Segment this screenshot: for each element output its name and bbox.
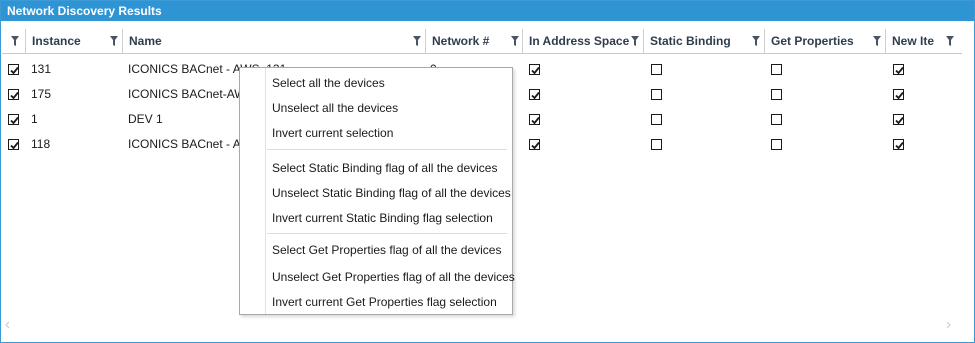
cell-name: ICONICS BACnet - AW (128, 137, 252, 151)
column-header-label: Static Binding (650, 34, 731, 48)
get-properties-checkbox[interactable] (771, 64, 782, 75)
menu-item-unselect-get-properties[interactable]: Unselect Get Properties flag of all the … (272, 266, 515, 288)
cell-instance: 131 (31, 62, 52, 76)
column-header-label: Name (129, 34, 162, 48)
checkmark-icon (895, 91, 904, 100)
menu-item-select-get-properties[interactable]: Select Get Properties flag of all the de… (272, 239, 501, 261)
filter-icon[interactable] (631, 36, 639, 46)
filter-icon[interactable] (946, 36, 954, 46)
chevron-left-icon[interactable] (4, 320, 10, 330)
checkmark-icon (895, 116, 904, 125)
get-properties-checkbox[interactable] (771, 139, 782, 150)
checkmark-icon (895, 66, 904, 75)
cell-name: DEV 1 (128, 112, 163, 126)
checkmark-icon (895, 141, 904, 150)
static-binding-checkbox[interactable] (651, 64, 662, 75)
new-item-checkbox[interactable] (893, 89, 904, 100)
chevron-right-icon[interactable] (946, 320, 952, 330)
vertical-scrollbar[interactable] (962, 29, 972, 319)
row-select-checkbox[interactable] (8, 64, 19, 75)
in-address-space-checkbox[interactable] (529, 64, 540, 75)
column-header-name[interactable]: Name (123, 29, 426, 53)
menu-gutter (265, 68, 266, 314)
column-header-label: New Ite (892, 34, 935, 48)
column-header-label: Instance (32, 34, 81, 48)
static-binding-checkbox[interactable] (651, 139, 662, 150)
menu-separator (267, 233, 507, 234)
in-address-space-checkbox[interactable] (529, 89, 540, 100)
column-header-label: In Address Space (529, 34, 630, 48)
menu-item-select-static-binding[interactable]: Select Static Binding flag of all the de… (272, 157, 497, 179)
cell-instance: 1 (31, 112, 38, 126)
menu-item-select-all-devices[interactable]: Select all the devices (272, 72, 385, 94)
new-item-checkbox[interactable] (893, 114, 904, 125)
filter-icon[interactable] (752, 36, 760, 46)
menu-item-invert-get-properties[interactable]: Invert current Get Properties flag selec… (272, 291, 497, 313)
checkmark-icon (531, 116, 540, 125)
new-item-checkbox[interactable] (893, 139, 904, 150)
panel-title: Network Discovery Results (1, 1, 974, 21)
filter-icon[interactable] (110, 36, 118, 46)
column-header-network[interactable]: Network # (426, 29, 523, 53)
filter-icon[interactable] (511, 36, 519, 46)
in-address-space-checkbox[interactable] (529, 139, 540, 150)
column-header-label: Network # (432, 34, 490, 48)
filter-icon[interactable] (11, 36, 19, 46)
checkmark-icon (10, 116, 19, 125)
checkmark-icon (10, 91, 19, 100)
filter-icon[interactable] (413, 36, 421, 46)
checkmark-icon (531, 66, 540, 75)
menu-item-invert-selection[interactable]: Invert current selection (272, 122, 393, 144)
static-binding-checkbox[interactable] (651, 89, 662, 100)
new-item-checkbox[interactable] (893, 64, 904, 75)
grid-header: Instance Name Network # In Address Space… (2, 29, 962, 54)
get-properties-checkbox[interactable] (771, 114, 782, 125)
row-select-checkbox[interactable] (8, 114, 19, 125)
static-binding-checkbox[interactable] (651, 114, 662, 125)
row-select-checkbox[interactable] (8, 89, 19, 100)
cell-instance: 175 (31, 87, 52, 101)
menu-item-unselect-all-devices[interactable]: Unselect all the devices (272, 97, 398, 119)
column-selector[interactable] (2, 29, 26, 53)
checkmark-icon (10, 66, 19, 75)
filter-icon[interactable] (873, 36, 881, 46)
column-header-get-properties[interactable]: Get Properties (765, 29, 886, 53)
column-header-in-address-space[interactable]: In Address Space (523, 29, 644, 53)
cell-instance: 118 (31, 137, 51, 151)
menu-item-invert-static-binding[interactable]: Invert current Static Binding flag selec… (272, 207, 493, 229)
row-select-checkbox[interactable] (8, 139, 19, 150)
menu-separator (267, 149, 507, 150)
checkmark-icon (10, 141, 19, 150)
context-menu: Select all the devices Unselect all the … (239, 67, 515, 315)
checkmark-icon (531, 141, 540, 150)
menu-item-unselect-static-binding[interactable]: Unselect Static Binding flag of all the … (272, 182, 511, 204)
in-address-space-checkbox[interactable] (529, 114, 540, 125)
column-header-static-binding[interactable]: Static Binding (644, 29, 765, 53)
column-header-instance[interactable]: Instance (26, 29, 123, 53)
checkmark-icon (531, 91, 540, 100)
get-properties-checkbox[interactable] (771, 89, 782, 100)
column-header-label: Get Properties (771, 34, 854, 48)
column-header-new-item[interactable]: New Ite (886, 29, 962, 53)
cell-name: ICONICS BACnet-AWS (128, 87, 254, 101)
